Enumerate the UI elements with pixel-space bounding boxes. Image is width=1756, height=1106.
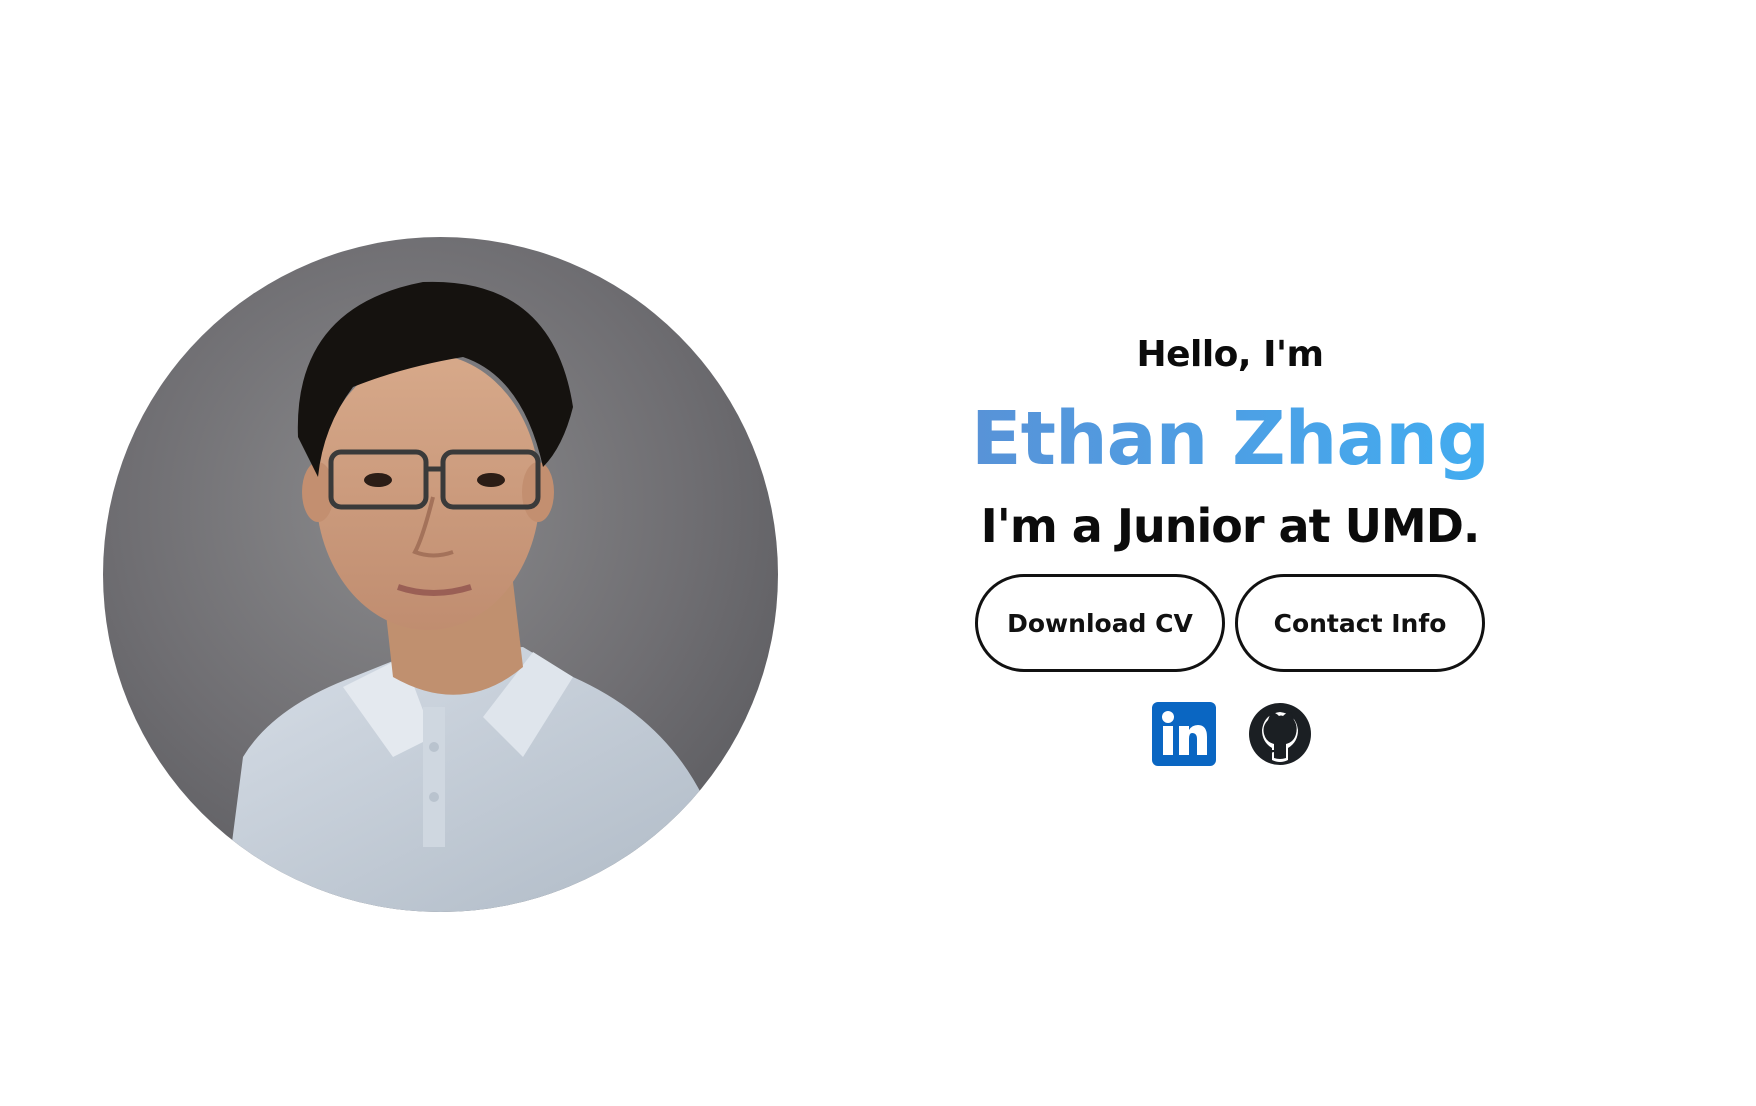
contact-info-button[interactable]: Contact Info <box>1235 574 1485 672</box>
profile-picture <box>103 237 778 912</box>
social-links <box>900 702 1560 766</box>
hero-text: Hello, I'm Ethan Zhang I'm a Junior at U… <box>900 330 1560 766</box>
tagline-text: I'm a Junior at UMD. <box>980 499 1481 553</box>
linkedin-icon <box>1152 702 1216 766</box>
linkedin-link[interactable] <box>1152 702 1216 766</box>
github-link[interactable] <box>1248 702 1312 766</box>
github-icon <box>1249 703 1311 765</box>
action-buttons: Download CV Contact Info <box>900 574 1560 672</box>
greeting-text: Hello, I'm <box>1136 334 1324 375</box>
name-title: Ethan Zhang <box>900 394 1560 484</box>
profile-photo-image <box>103 237 778 912</box>
page: Hello, I'm Ethan Zhang I'm a Junior at U… <box>0 0 1756 1106</box>
download-cv-button[interactable]: Download CV <box>975 574 1225 672</box>
